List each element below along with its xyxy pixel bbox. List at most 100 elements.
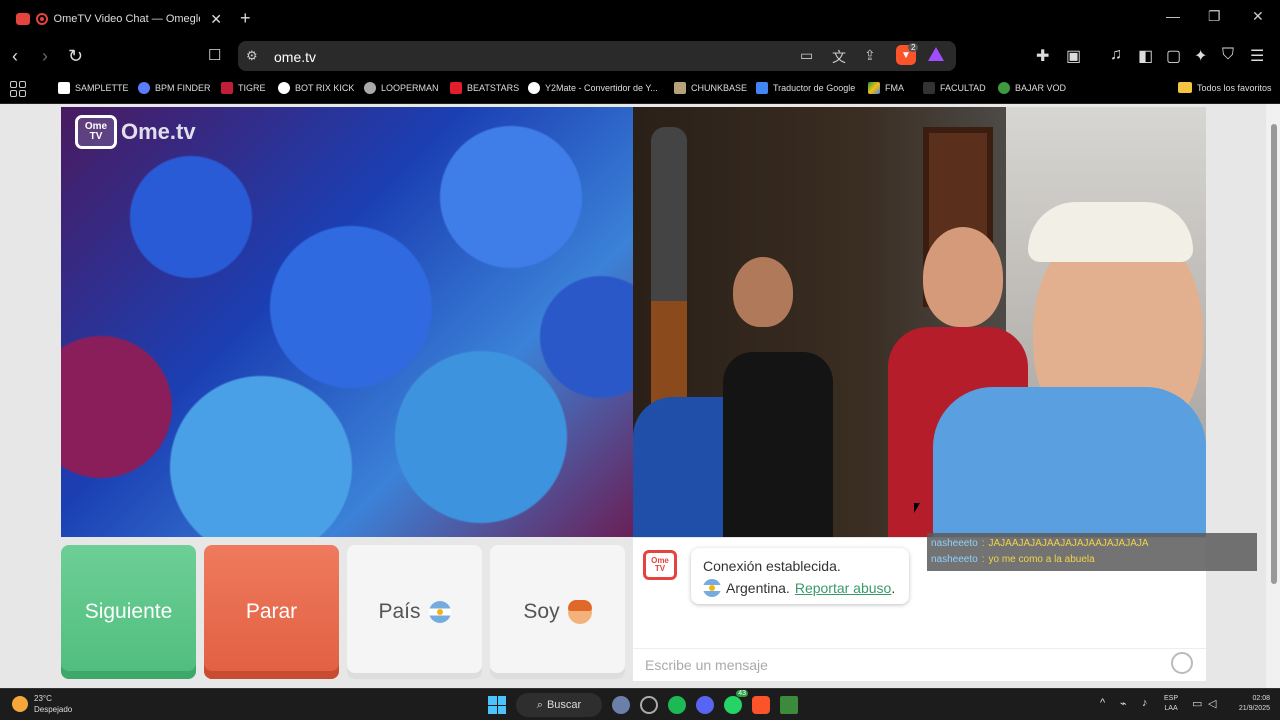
temperature: 23°C: [34, 694, 52, 703]
sidebar-icon[interactable]: ◧: [1138, 46, 1153, 66]
weather-sun-icon: [12, 696, 28, 712]
taskbar-apps: ⌕ Buscar 43: [488, 690, 798, 717]
reader-icon[interactable]: ▣: [1066, 46, 1081, 66]
bookmark-fma[interactable]: FMA: [868, 82, 904, 94]
bookmark-bot-rix-kick[interactable]: BOT RIX KICK: [278, 82, 354, 94]
google-drive-icon: [868, 82, 880, 94]
vpn-icon[interactable]: ⛉: [1222, 46, 1234, 64]
emoji-icon[interactable]: [1171, 652, 1193, 674]
weather-widget[interactable]: 23°C Despejado: [12, 693, 72, 715]
close-tab-icon[interactable]: ✕: [210, 11, 222, 28]
page-scrollbar[interactable]: [1266, 104, 1280, 688]
apps-grid-icon[interactable]: [10, 81, 26, 97]
forward-icon[interactable]: ›: [42, 46, 48, 67]
translate-icon[interactable]: 文: [832, 47, 846, 67]
bookmark-looperman[interactable]: LOOPERMAN: [364, 82, 439, 94]
tray-chevron-icon[interactable]: ^: [1100, 697, 1105, 709]
gender-button[interactable]: Soy: [490, 545, 625, 679]
bookmark-beatstars[interactable]: BEATSTARS: [450, 82, 519, 94]
bajar-vod-icon: [998, 82, 1010, 94]
bookmark-samplette[interactable]: SAMPLETTE: [58, 82, 129, 94]
bookmark-icon[interactable]: ☐: [208, 46, 221, 64]
country-name: Argentina.: [726, 580, 790, 596]
discord-icon[interactable]: [696, 696, 714, 714]
person-shirt: [723, 352, 833, 537]
recording-icon: [35, 13, 48, 25]
tab-title: OmeTV Video Chat — Omegle Random: [53, 13, 201, 25]
ometv-page: Ome TV Ome.tv Siguiente Parar País Soy O…: [0, 104, 1280, 688]
bpm-finder-icon: [138, 82, 150, 94]
message-input[interactable]: Escribe un mensaje: [633, 648, 1206, 682]
next-button[interactable]: Siguiente: [61, 545, 196, 679]
cast-icon[interactable]: ▭: [800, 47, 813, 64]
chatgpt-icon[interactable]: [640, 696, 658, 714]
url-text: ome.tv: [274, 49, 317, 65]
report-abuse-link[interactable]: Reportar abuso: [795, 580, 892, 596]
argentina-flag-icon: [428, 601, 451, 623]
menu-icon[interactable]: ☰: [1250, 46, 1264, 66]
overlay-message: nasheeeto : yo me como a la abuela: [931, 554, 1095, 565]
samplette-icon: [58, 82, 70, 94]
extensions-icon[interactable]: ✚: [1036, 46, 1049, 66]
browser-nav-bar: ‹ › ↻ ☐ ⚙ ome.tv ▭ 文 ⇪ ▼ 2 ✚ ▣ ♫ ◧ ▢ ✦ ⛉…: [0, 38, 1280, 76]
bookmark-facultad[interactable]: FACULTAD: [923, 82, 986, 94]
bookmark-bajar-vod[interactable]: BAJAR VOD: [998, 82, 1066, 94]
system-message: Conexión establecida. Argentina. Reporta…: [691, 548, 909, 604]
taskbar-search[interactable]: ⌕ Buscar: [516, 693, 602, 717]
network-icon[interactable]: ⌁: [1120, 697, 1127, 710]
connection-status: Conexión establecida.: [703, 558, 841, 574]
display-icon[interactable]: ▭: [1192, 697, 1202, 710]
cap: [1028, 202, 1193, 262]
bookmark-bpm-finder[interactable]: BPM FINDER: [138, 82, 211, 94]
browser-tab-bar: OmeTV Video Chat — Omegle Random ✕ + — ❐…: [0, 0, 1280, 38]
bot-rix-kick-icon: [278, 82, 290, 94]
mouse-cursor-icon: [914, 503, 920, 513]
country-button[interactable]: País: [347, 545, 482, 679]
stop-button[interactable]: Parar: [204, 545, 339, 679]
tigre-icon: [221, 82, 233, 94]
wallet-icon[interactable]: ▢: [1166, 46, 1181, 66]
scrollbar-thumb[interactable]: [1271, 124, 1277, 584]
leo-ai-icon[interactable]: ✦: [1194, 46, 1207, 66]
country-line: Argentina. Reportar abuso.: [703, 577, 897, 599]
ometv-logo-text: Ome.tv: [121, 119, 196, 144]
clock[interactable]: 02:08 21/9/2025: [1226, 694, 1270, 714]
search-icon: ⌕: [536, 698, 543, 711]
person-shirt: [933, 387, 1206, 537]
volume-icon[interactable]: ◁: [1208, 697, 1216, 710]
person-face: [923, 227, 1003, 327]
bookmark-y2mate[interactable]: Y2Mate - Convertidor de Y...: [528, 82, 658, 94]
argentina-flag-icon: [703, 579, 721, 597]
maximize-icon[interactable]: ❐: [1208, 8, 1221, 25]
ometv-logo-icon: Ome TV: [75, 115, 117, 149]
site-settings-icon[interactable]: ⚙: [246, 48, 258, 64]
address-bar[interactable]: ⚙ ome.tv ▭ 文 ⇪ ▼ 2: [238, 41, 956, 71]
music-icon[interactable]: ♫: [1110, 46, 1122, 64]
reload-icon[interactable]: ↻: [68, 46, 83, 67]
minimize-icon[interactable]: —: [1166, 8, 1180, 24]
new-tab-button[interactable]: +: [240, 8, 251, 29]
microphone-icon[interactable]: ♪: [1142, 697, 1148, 709]
shields-count: 2: [908, 43, 919, 52]
settings-icon[interactable]: [612, 696, 630, 714]
back-icon[interactable]: ‹: [12, 46, 18, 67]
all-bookmarks-folder[interactable]: Todos los favoritos: [1178, 82, 1272, 93]
google-translate-icon: [756, 82, 768, 94]
browser-tab[interactable]: OmeTV Video Chat — Omegle Random ✕: [8, 4, 230, 34]
brave-rewards-icon[interactable]: [928, 47, 944, 61]
share-icon[interactable]: ⇪: [864, 47, 876, 64]
bookmark-google-translate[interactable]: Traductor de Google: [756, 82, 855, 94]
bookmark-tigre[interactable]: TIGRE: [221, 82, 266, 94]
ometv-favicon-icon: [16, 13, 30, 25]
minecraft-icon[interactable]: [780, 696, 798, 714]
windows-start-icon[interactable]: [488, 696, 506, 714]
close-window-icon[interactable]: ✕: [1252, 8, 1264, 25]
bookmarks-bar: SAMPLETTE BPM FINDER TIGRE BOT RIX KICK …: [0, 76, 1280, 104]
brave-icon[interactable]: [752, 696, 770, 714]
weather-condition: Despejado: [34, 705, 73, 714]
language-indicator[interactable]: ESP LAA: [1164, 694, 1178, 714]
bookmark-chunkbase[interactable]: CHUNKBASE: [674, 82, 747, 94]
whatsapp-icon[interactable]: 43: [724, 690, 748, 714]
spotify-icon[interactable]: [668, 696, 686, 714]
ometv-chat-logo-icon: Ome TV: [643, 550, 677, 580]
